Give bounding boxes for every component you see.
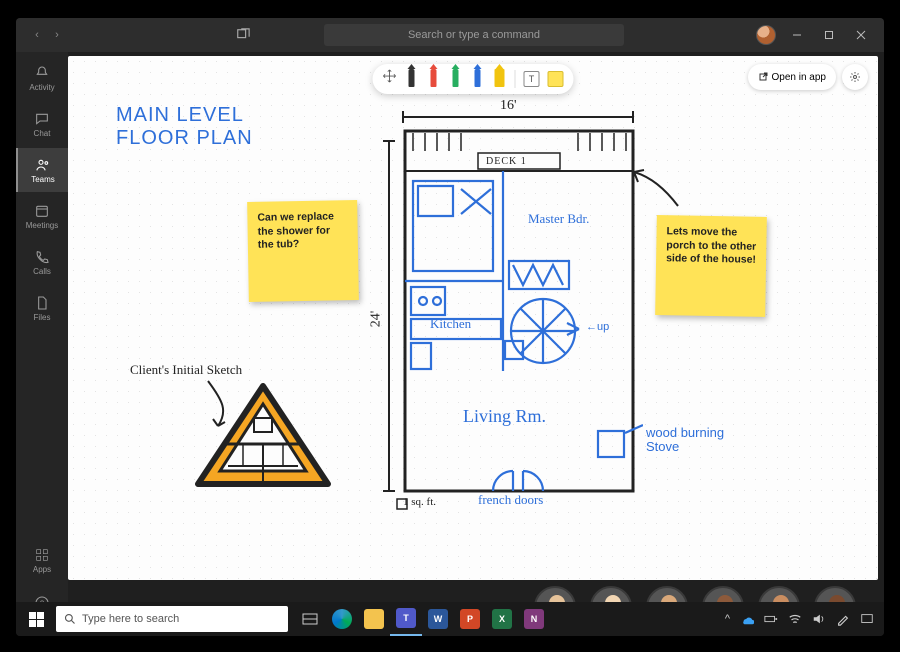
arrow-annotation	[628, 166, 688, 216]
nav-forward-button[interactable]: ›	[48, 29, 66, 41]
whiteboard-settings-button[interactable]	[842, 64, 868, 90]
french-doors-label: french doors	[478, 492, 543, 508]
living-room-label: Living Rm.	[463, 406, 546, 427]
sticky-note-2[interactable]: Lets move the porch to the other side of…	[655, 215, 767, 317]
onedrive-icon[interactable]	[740, 612, 754, 626]
pen-green[interactable]	[449, 69, 463, 89]
teams-titlebar: ‹ › Search or type a command	[16, 18, 884, 52]
rail-label: Activity	[29, 83, 54, 92]
move-tool[interactable]	[383, 69, 397, 89]
scale-label: 1 sq. ft.	[403, 496, 436, 508]
pen-red[interactable]	[427, 69, 441, 89]
rail-label: Teams	[31, 175, 55, 184]
kitchen-label: Kitchen	[430, 316, 471, 332]
taskbar-app-word[interactable]: W	[422, 602, 454, 636]
taskbar-app-edge[interactable]	[326, 602, 358, 636]
highlighter-yellow[interactable]	[493, 69, 507, 89]
stove-label: wood burning Stove	[646, 426, 724, 455]
rail-apps[interactable]: Apps	[33, 538, 51, 582]
teams-body: Activity Chat Teams Meetings Calls Files	[16, 52, 884, 636]
wifi-icon[interactable]	[788, 612, 802, 626]
apps-icon	[34, 547, 50, 563]
gear-icon	[849, 71, 861, 83]
pen-blue[interactable]	[471, 69, 485, 89]
popout-icon[interactable]	[236, 28, 256, 42]
bell-icon	[34, 65, 50, 81]
teams-icon	[35, 157, 51, 173]
up-label: ←up	[586, 321, 609, 333]
tray-chevron-up-icon[interactable]: ^	[725, 613, 730, 625]
rail-label: Meetings	[26, 221, 58, 230]
chat-icon	[34, 111, 50, 127]
file-icon	[34, 295, 50, 311]
whiteboard-toolbar: T	[373, 64, 574, 94]
rail-calls[interactable]: Calls	[16, 240, 68, 284]
whiteboard-canvas[interactable]: T Open in app MAIN LEV	[68, 56, 878, 580]
search-icon	[64, 613, 76, 625]
rail-label: Files	[34, 313, 51, 322]
rail-files[interactable]: Files	[16, 286, 68, 330]
task-view-button[interactable]	[294, 602, 326, 636]
command-search-input[interactable]: Search or type a command	[324, 24, 624, 46]
deck-label: DECK 1	[486, 156, 527, 167]
pen-black[interactable]	[405, 69, 419, 89]
rail-activity[interactable]: Activity	[16, 56, 68, 100]
calendar-icon	[34, 203, 50, 219]
profile-avatar[interactable]	[756, 25, 776, 45]
rail-label: Apps	[33, 565, 51, 574]
volume-icon[interactable]	[812, 612, 826, 626]
rail-teams[interactable]: Teams	[16, 148, 68, 192]
ink-icon[interactable]	[836, 612, 850, 626]
text-tool[interactable]: T	[524, 71, 540, 87]
phone-icon	[34, 249, 50, 265]
content-area: T Open in app MAIN LEV	[68, 52, 884, 636]
toolbar-separator	[515, 70, 516, 88]
taskbar-search-input[interactable]: Type here to search	[56, 606, 288, 632]
sticky-note-tool[interactable]	[548, 71, 564, 87]
open-external-icon	[758, 72, 768, 82]
open-in-app-label: Open in app	[772, 72, 827, 83]
search-placeholder: Search or type a command	[408, 29, 540, 41]
taskbar-app-powerpoint[interactable]: P	[454, 602, 486, 636]
dim-height-label: 24'	[368, 311, 384, 328]
taskbar-app-explorer[interactable]	[358, 602, 390, 636]
taskbar-app-onenote[interactable]: N	[518, 602, 550, 636]
windows-taskbar: Type here to search T W P X N ^	[16, 602, 884, 636]
battery-icon[interactable]	[764, 612, 778, 626]
sticky-note-1[interactable]: Can we replace the shower for the tub?	[247, 200, 359, 302]
whiteboard-title: MAIN LEVEL FLOOR PLAN	[116, 104, 253, 150]
taskbar-search-placeholder: Type here to search	[82, 613, 179, 625]
windows-logo-icon	[29, 612, 44, 627]
rail-label: Calls	[33, 267, 51, 276]
action-center-icon[interactable]	[860, 612, 874, 626]
client-sketch-drawing	[168, 356, 338, 496]
start-button[interactable]	[16, 602, 56, 636]
app-rail: Activity Chat Teams Meetings Calls Files	[16, 52, 68, 636]
rail-chat[interactable]: Chat	[16, 102, 68, 146]
window-close-button[interactable]	[850, 24, 872, 46]
window-maximize-button[interactable]	[818, 24, 840, 46]
nav-back-button[interactable]: ‹	[28, 29, 46, 41]
tablet-frame: ‹ › Search or type a command Activity Ch…	[0, 0, 900, 652]
floor-plan-drawing	[383, 111, 643, 511]
screen: ‹ › Search or type a command Activity Ch…	[16, 18, 884, 636]
taskbar-app-teams[interactable]: T	[390, 602, 422, 636]
window-minimize-button[interactable]	[786, 24, 808, 46]
rail-meetings[interactable]: Meetings	[16, 194, 68, 238]
system-tray: ^	[715, 612, 884, 626]
open-in-app-button[interactable]: Open in app	[748, 64, 837, 90]
rail-label: Chat	[34, 129, 51, 138]
taskbar-app-excel[interactable]: X	[486, 602, 518, 636]
master-bdr-label: Master Bdr.	[528, 211, 589, 227]
